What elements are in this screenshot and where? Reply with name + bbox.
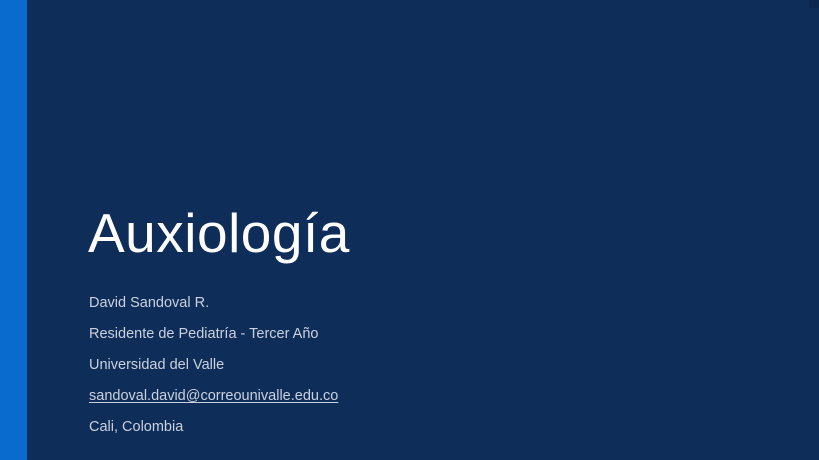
author-role: Residente de Pediatría - Tercer Año — [89, 326, 319, 342]
email-line: sandoval.david@correounivalle.edu.co — [89, 389, 338, 404]
slide-title: Auxiología — [88, 202, 350, 264]
institution-name: Universidad del Valle — [89, 357, 225, 373]
author-name: David Sandoval R. — [89, 295, 210, 311]
corner-mark — [809, 0, 819, 8]
left-accent-bar — [0, 0, 27, 460]
location-text: Cali, Colombia — [89, 419, 184, 435]
email-link[interactable]: sandoval.david@correounivalle.edu.co — [89, 388, 338, 404]
presentation-slide: Auxiología David Sandoval R. Residente d… — [0, 0, 819, 460]
